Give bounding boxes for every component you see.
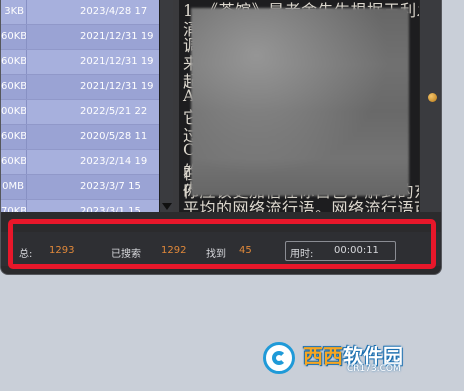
logo-badge-icon <box>263 342 295 374</box>
modified-date-cell: 2023/4/28 17 <box>80 6 148 17</box>
table-row[interactable]: 60KB 2021/12/31 19 <box>1 25 159 50</box>
logo-domain: CR173.COM <box>347 364 401 374</box>
blurred-content-region <box>191 8 409 196</box>
file-size-cell: 60KB <box>1 25 27 49</box>
table-row[interactable]: 60KB 2021/12/31 19 <box>1 75 159 100</box>
modified-date-cell: 2020/5/28 11 <box>80 131 148 142</box>
content-preview-pane[interactable]: 1、《茶馆》是老舍先生根据王利发先生 涌 调 来 起 A 它 过 C 的 内 在… <box>179 0 419 212</box>
table-row[interactable]: 60KB 2023/2/14 19 <box>1 150 159 175</box>
file-size-cell: 60KB <box>1 125 27 149</box>
content-text-line: 平均的网络流行语。网络流行语可以开 <box>183 199 419 212</box>
table-row[interactable]: 3KB 2023/4/28 17 <box>1 0 159 25</box>
file-size-cell: 60KB <box>1 150 27 174</box>
modified-date-cell: 2022/5/21 22 <box>80 106 148 117</box>
table-row[interactable]: 0MB 2023/3/7 15 <box>1 175 159 200</box>
scroll-handle-dot-icon[interactable] <box>428 93 437 102</box>
modified-date-cell: 2021/12/31 19 <box>80 81 154 92</box>
table-scrollbar[interactable] <box>159 0 174 212</box>
file-size-cell: 3KB <box>1 0 27 24</box>
file-size-cell: 60KB <box>1 50 27 74</box>
modified-date-cell: 2023/3/1 15 <box>80 206 141 212</box>
file-size-cell: 70KB <box>1 200 27 212</box>
modified-date-cell: 2023/3/7 15 <box>80 181 141 192</box>
file-size-cell: 60KB <box>1 75 27 99</box>
table-row[interactable]: 00KB 2022/5/21 22 <box>1 100 159 125</box>
highlight-annotation-box <box>8 219 436 269</box>
file-size-cell: 0MB <box>1 175 27 199</box>
logo-c-icon <box>272 351 286 365</box>
table-row[interactable]: 70KB 2023/3/1 15 <box>1 200 159 212</box>
file-size-cell: 00KB <box>1 100 27 124</box>
results-table[interactable]: 3KB 2023/4/28 17 60KB 2021/12/31 19 60KB… <box>1 0 159 212</box>
logo-brand: 西西 <box>303 344 343 368</box>
watermark-logo: 西西软件园 CR173.COM <box>263 340 447 376</box>
window-right-scrollbar[interactable] <box>419 0 441 212</box>
scroll-down-arrow-icon[interactable] <box>162 203 172 210</box>
modified-date-cell: 2023/2/14 19 <box>80 156 148 167</box>
modified-date-cell: 2021/12/31 19 <box>80 31 154 42</box>
table-row[interactable]: 60KB 2020/5/28 11 <box>1 125 159 150</box>
table-row[interactable]: 60KB 2021/12/31 19 <box>1 50 159 75</box>
modified-date-cell: 2021/12/31 19 <box>80 56 154 67</box>
